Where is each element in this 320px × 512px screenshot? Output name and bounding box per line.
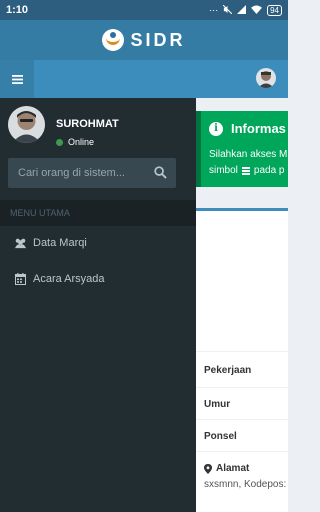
user-name: SUROHMAT: [56, 118, 119, 130]
user-status: Online: [56, 137, 94, 147]
callout-text-line2: simbol pada p: [209, 165, 285, 176]
sidebar-item-label: Acara Arsyada: [33, 273, 105, 285]
status-time: 1:10: [6, 4, 29, 16]
sidebar-search: [8, 158, 176, 188]
menu-symbol-icon: [241, 166, 250, 176]
user-status-label: Online: [68, 137, 95, 147]
online-dot-icon: [56, 138, 63, 146]
search-input[interactable]: [8, 158, 146, 188]
top-navbar: [0, 60, 288, 98]
sidebar-item-acara-arsyada[interactable]: Acara Arsyada: [0, 262, 196, 296]
menu-header: MENU UTAMA: [0, 200, 196, 226]
sidebar-item-data-marqi[interactable]: Data Marqi: [0, 226, 196, 260]
sidebar-item-label: Data Marqi: [33, 237, 87, 249]
users-icon: [13, 236, 27, 250]
profile-row-ponsel: Ponsel: [204, 431, 237, 442]
sidebar: SUROHMAT Online MENU UTAMA Data Marqi Ac…: [0, 98, 196, 512]
hamburger-icon: [11, 74, 23, 84]
profile-row-umur: Umur: [204, 399, 231, 410]
app-title: SIDR: [130, 29, 186, 50]
callout-title-text: Informas: [231, 121, 286, 136]
callout-text-pada: pada p: [253, 165, 285, 176]
mute-icon: [222, 4, 233, 16]
divider: [196, 387, 288, 388]
battery-icon: 94: [267, 4, 282, 16]
profile-box: Pekerjaan Umur Ponsel Alamat sxsmnn, Kod…: [196, 208, 288, 512]
search-icon[interactable]: [154, 166, 168, 180]
sidebar-toggle-button[interactable]: [0, 60, 34, 98]
alamat-value: sxsmnn, Kodepos:: [204, 479, 287, 490]
alamat-label: Alamat: [216, 463, 250, 474]
divider: [196, 451, 288, 452]
user-avatar: [8, 106, 45, 143]
navbar-user-avatar[interactable]: [256, 68, 276, 88]
callout-title: i Informas: [209, 121, 286, 136]
info-icon: i: [209, 121, 223, 136]
callout-text-line1: Silahkan akses M: [209, 149, 288, 160]
callout-text-simbol: simbol: [209, 165, 238, 176]
main-content: i Informas Silahkan akses M simbol pada …: [196, 98, 288, 512]
divider: [196, 351, 288, 352]
profile-row-pekerjaan: Pekerjaan: [204, 365, 252, 376]
calendar-icon: [13, 272, 27, 286]
divider: [196, 419, 288, 420]
profile-row-alamat: Alamat: [204, 463, 288, 474]
user-panel: SUROHMAT Online: [8, 106, 188, 148]
status-icons: ⋯ 94: [209, 4, 282, 16]
app-logo-icon: [102, 29, 125, 51]
info-callout: i Informas Silahkan akses M simbol pada …: [196, 111, 288, 187]
map-marker-icon: [204, 463, 212, 474]
signal-icon: [237, 4, 247, 16]
status-bar: 1:10 ⋯ 94: [0, 0, 288, 20]
app-header: SIDR: [0, 20, 288, 60]
dots-icon: ⋯: [209, 4, 219, 15]
wifi-icon: [251, 4, 262, 16]
